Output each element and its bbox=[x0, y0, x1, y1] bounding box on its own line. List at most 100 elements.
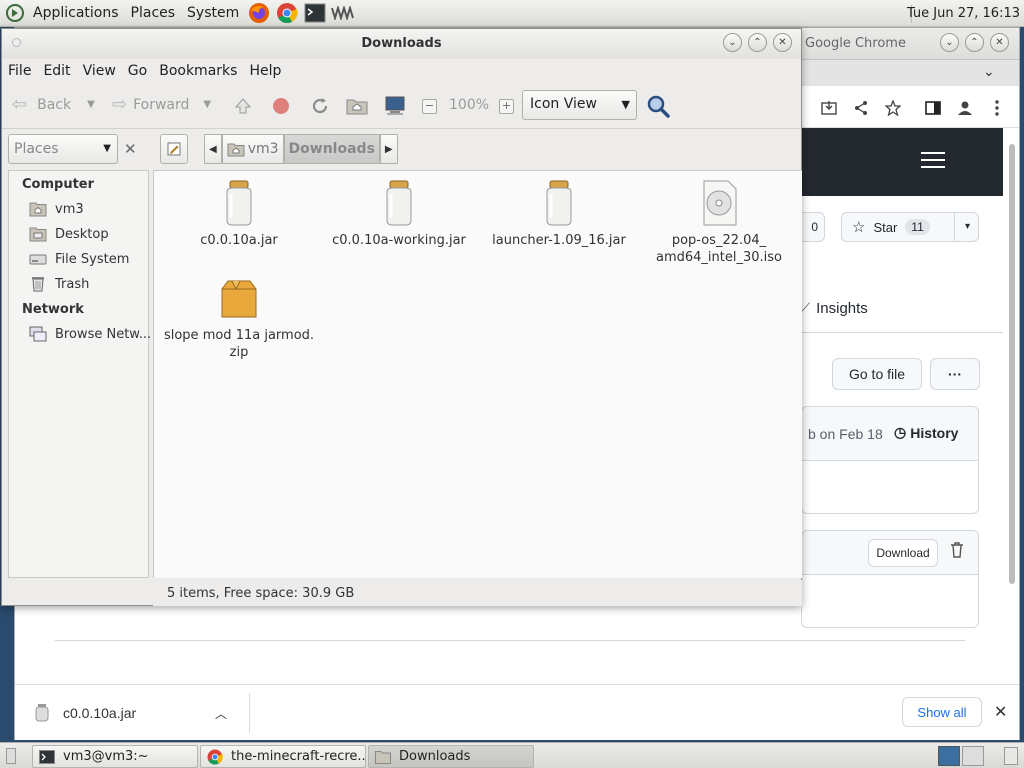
star-button[interactable]: ☆ Star 11 ▾ bbox=[841, 212, 979, 242]
zoom-out-button[interactable]: − bbox=[422, 99, 437, 114]
file-item[interactable]: c0.0.10a-working.jar bbox=[314, 180, 484, 249]
sidebar-item-label: vm3 bbox=[55, 201, 84, 217]
reload-icon[interactable] bbox=[309, 95, 331, 117]
back-history-dropdown-icon[interactable]: ▼ bbox=[87, 99, 95, 110]
tab-list-chevron-icon[interactable]: ⌄ bbox=[983, 64, 995, 80]
chrome-close-button[interactable]: ✕ bbox=[990, 33, 1009, 52]
task-chrome[interactable]: the-minecraft-recre... bbox=[200, 745, 366, 768]
file-name: c0.0.10a.jar bbox=[200, 233, 278, 248]
zoom-in-button[interactable]: + bbox=[499, 99, 514, 114]
menu-edit[interactable]: Edit bbox=[37, 63, 76, 79]
file-item[interactable]: pop-os_22.04_ amd64_intel_30.iso bbox=[634, 180, 804, 266]
profile-avatar-icon[interactable] bbox=[955, 98, 975, 118]
maximize-button[interactable]: ⌃ bbox=[748, 33, 767, 52]
terminal-icon bbox=[39, 749, 55, 764]
chrome-launcher-icon[interactable] bbox=[275, 1, 299, 25]
menu-view[interactable]: View bbox=[77, 63, 122, 79]
view-mode-dropdown-icon: ▼ bbox=[621, 98, 630, 111]
sidebar-item-trash[interactable]: Trash bbox=[29, 276, 89, 292]
download-item[interactable]: c0.0.10a.jar ︿ bbox=[35, 699, 235, 727]
firefox-launcher-icon[interactable] bbox=[247, 1, 271, 25]
go-to-file-button[interactable]: Go to file bbox=[832, 358, 922, 390]
menu-go[interactable]: Go bbox=[122, 63, 153, 79]
search-icon[interactable] bbox=[645, 93, 671, 119]
path-segment-downloads[interactable]: Downloads bbox=[283, 134, 380, 164]
jar-file-icon bbox=[35, 704, 49, 722]
chrome-scrollbar[interactable] bbox=[1007, 138, 1017, 686]
sidebar-item-browse-network[interactable]: Browse Netw... bbox=[29, 326, 151, 342]
close-button[interactable]: ✕ bbox=[773, 33, 792, 52]
file-manager-titlebar[interactable]: Downloads ⌄ ⌃ ✕ bbox=[2, 29, 801, 59]
install-app-icon[interactable] bbox=[819, 98, 839, 118]
path-bar: ◀ vm3 Downloads ▶ bbox=[204, 134, 398, 164]
insights-tab[interactable]: ⟋ Insights bbox=[801, 300, 868, 317]
download-shelf-divider bbox=[249, 693, 250, 733]
hard-drive-icon bbox=[29, 254, 47, 265]
bookmark-star-icon[interactable] bbox=[883, 98, 903, 118]
system-menu[interactable]: System bbox=[181, 0, 245, 27]
chrome-menu-icon[interactable] bbox=[987, 98, 1007, 118]
file-name: c0.0.10a-working.jar bbox=[332, 233, 466, 248]
forward-button[interactable]: ⇨ Forward ▼ bbox=[112, 94, 211, 115]
close-download-shelf-icon[interactable]: ✕ bbox=[994, 702, 1007, 721]
file-manager-title: Downloads bbox=[361, 36, 442, 51]
workspace-switcher-2[interactable] bbox=[962, 746, 984, 766]
history-clock-icon: ◷ bbox=[894, 424, 907, 440]
show-all-button[interactable]: Show all bbox=[902, 697, 982, 727]
path-segment-home[interactable]: vm3 bbox=[221, 134, 284, 164]
menu-bookmarks[interactable]: Bookmarks bbox=[153, 63, 243, 79]
star-icon: ☆ bbox=[852, 219, 866, 236]
more-options-button[interactable]: ··· bbox=[930, 358, 980, 390]
chrome-scrollbar-thumb[interactable] bbox=[1009, 144, 1015, 584]
file-item[interactable]: launcher-1.09_16.jar bbox=[474, 180, 644, 249]
star-dropdown-icon[interactable]: ▾ bbox=[953, 213, 970, 241]
download-item-chevron-icon[interactable]: ︿ bbox=[215, 705, 227, 722]
file-item[interactable]: slope mod 11a jarmod. zip bbox=[154, 275, 324, 361]
places-sidebar: Computer vm3 Desktop File System Trash N… bbox=[8, 170, 151, 578]
workspace-switcher[interactable] bbox=[938, 746, 960, 766]
computer-icon[interactable] bbox=[384, 95, 406, 117]
places-menu[interactable]: Places bbox=[125, 0, 182, 27]
sidebar-places-select[interactable]: Places ▼ bbox=[8, 134, 118, 164]
file-manager-window: Downloads ⌄ ⌃ ✕ File Edit View Go Bookma… bbox=[1, 28, 802, 606]
gnome-foot-icon[interactable] bbox=[5, 3, 25, 23]
sidebar-item-file-system[interactable]: File System bbox=[29, 251, 129, 267]
sidebar-item-vm3[interactable]: vm3 bbox=[29, 201, 84, 217]
up-folder-icon[interactable] bbox=[232, 95, 254, 117]
edit-location-button[interactable] bbox=[160, 134, 188, 164]
menu-help[interactable]: Help bbox=[243, 63, 287, 79]
terminal-launcher-icon[interactable] bbox=[303, 1, 327, 25]
clock[interactable]: Tue Jun 27, 16:13 bbox=[907, 0, 1020, 27]
back-button[interactable]: ⇦ Back ▼ bbox=[12, 94, 95, 115]
stop-icon[interactable] bbox=[270, 95, 292, 117]
menu-file[interactable]: File bbox=[2, 63, 37, 79]
show-desktop-icon[interactable] bbox=[6, 748, 16, 764]
chrome-minimize-button[interactable]: ⌄ bbox=[940, 33, 959, 52]
close-sidebar-icon[interactable]: ✕ bbox=[124, 140, 137, 158]
trash-applet-icon[interactable] bbox=[1004, 747, 1018, 765]
task-terminal[interactable]: vm3@vm3:~ bbox=[32, 745, 198, 768]
sidebar-item-desktop[interactable]: Desktop bbox=[29, 226, 109, 242]
side-panel-icon[interactable] bbox=[923, 98, 943, 118]
path-scroll-left-icon[interactable]: ◀ bbox=[204, 134, 222, 164]
chrome-maximize-button[interactable]: ⌃ bbox=[965, 33, 984, 52]
delete-trash-icon[interactable] bbox=[950, 542, 964, 562]
sidebar-item-label: Trash bbox=[55, 276, 90, 292]
download-button[interactable]: Download bbox=[868, 539, 938, 567]
download-item-name: c0.0.10a.jar bbox=[63, 705, 137, 721]
hamburger-menu-icon[interactable] bbox=[921, 152, 945, 170]
task-downloads[interactable]: Downloads bbox=[368, 745, 534, 768]
path-scroll-right-icon[interactable]: ▶ bbox=[379, 134, 398, 164]
history-link[interactable]: ◷ History bbox=[894, 424, 958, 441]
home-folder-icon bbox=[29, 202, 47, 217]
file-view[interactable]: c0.0.10a.jar c0.0.10a-working.jar launch… bbox=[153, 170, 802, 578]
home-folder-icon[interactable] bbox=[346, 95, 368, 117]
forward-history-dropdown-icon[interactable]: ▼ bbox=[203, 99, 211, 110]
file-item[interactable]: c0.0.10a.jar bbox=[154, 180, 324, 249]
view-mode-select[interactable]: Icon View ▼ bbox=[522, 90, 637, 120]
minimize-button[interactable]: ⌄ bbox=[723, 33, 742, 52]
back-label: Back bbox=[37, 96, 72, 113]
applications-menu[interactable]: Applications bbox=[27, 0, 125, 27]
share-icon[interactable] bbox=[851, 98, 871, 118]
vm-launcher-icon[interactable] bbox=[331, 1, 355, 25]
